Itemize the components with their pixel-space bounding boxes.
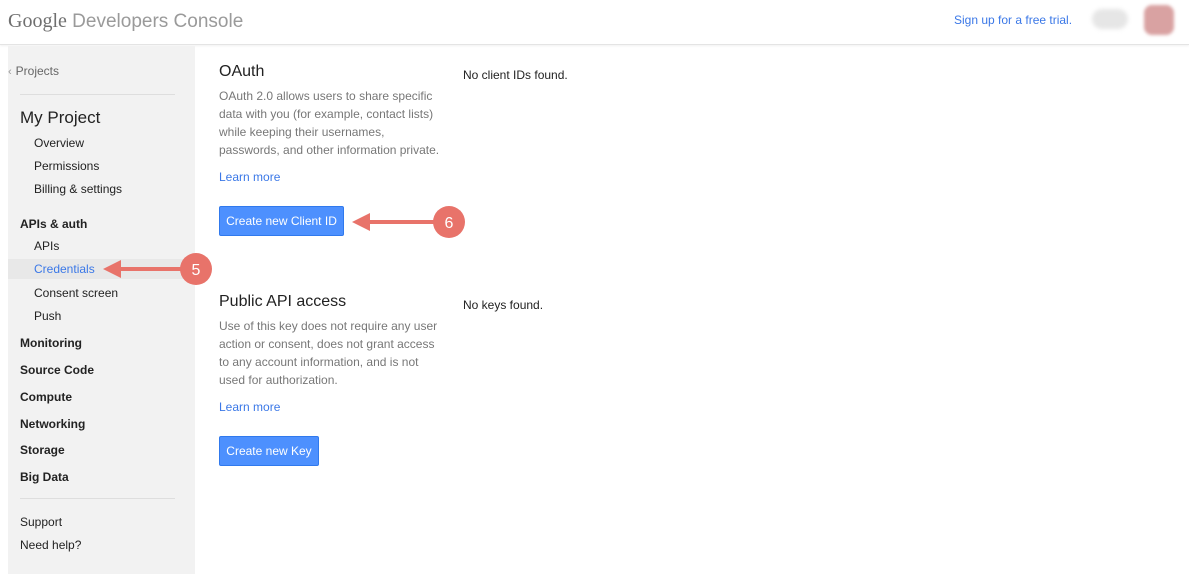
sidebar-section-networking[interactable]: Networking xyxy=(20,417,85,431)
sidebar-section-compute[interactable]: Compute xyxy=(20,390,72,404)
sidebar-item-need-help[interactable]: Need help? xyxy=(20,538,81,552)
oauth-learn-more-link[interactable]: Learn more xyxy=(219,170,280,184)
sidebar-item-push[interactable]: Push xyxy=(34,309,61,323)
sidebar-item-billing-settings[interactable]: Billing & settings xyxy=(34,182,122,196)
public-api-learn-more-link[interactable]: Learn more xyxy=(219,400,280,414)
sidebar-divider xyxy=(20,498,175,499)
sidebar-nav: ‹ Projects My Project Overview Permission… xyxy=(8,46,195,574)
sidebar-item-overview[interactable]: Overview xyxy=(34,136,84,150)
sidebar-item-permissions[interactable]: Permissions xyxy=(34,159,99,173)
console-logo[interactable]: Google Developers Console xyxy=(8,9,243,34)
projects-back-link[interactable]: ‹ Projects xyxy=(8,64,59,78)
brand-product: Developers Console xyxy=(66,11,244,32)
create-key-button[interactable]: Create new Key xyxy=(219,436,319,466)
public-api-description: Use of this key does not require any use… xyxy=(219,319,438,387)
sidebar-section-monitoring[interactable]: Monitoring xyxy=(20,336,82,350)
account-name-blurred[interactable] xyxy=(1092,9,1128,29)
sidebar-item-consent-screen[interactable]: Consent screen xyxy=(34,286,118,300)
avatar[interactable] xyxy=(1144,5,1174,35)
sidebar-section-source-code[interactable]: Source Code xyxy=(20,363,94,377)
oauth-empty-message: No client IDs found. xyxy=(463,68,568,82)
chevron-left-icon: ‹ xyxy=(8,66,12,78)
sidebar-item-support[interactable]: Support xyxy=(20,515,62,529)
sidebar-section-big-data[interactable]: Big Data xyxy=(20,470,69,484)
project-title[interactable]: My Project xyxy=(20,108,100,128)
annotation-arrow-6 xyxy=(352,213,436,231)
top-header: Google Developers Console Sign up for a … xyxy=(0,0,1189,45)
sidebar-section-storage[interactable]: Storage xyxy=(20,443,65,457)
brand-google: Google xyxy=(8,10,67,32)
projects-back-label: Projects xyxy=(15,64,60,78)
annotation-badge-6-label: 6 xyxy=(445,215,454,232)
sidebar-divider xyxy=(20,94,175,95)
public-api-title: Public API access xyxy=(219,293,347,310)
oauth-title: OAuth xyxy=(219,63,265,80)
sidebar-item-apis[interactable]: APIs xyxy=(34,239,59,253)
sidebar-section-apis-auth[interactable]: APIs & auth xyxy=(20,217,87,231)
sidebar-item-credentials[interactable]: Credentials xyxy=(34,262,95,276)
signup-trial-link[interactable]: Sign up for a free trial. xyxy=(954,13,1072,27)
create-client-id-button[interactable]: Create new Client ID xyxy=(219,206,344,236)
oauth-description: OAuth 2.0 allows users to share specific… xyxy=(219,89,440,157)
annotation-badge-6: 6 xyxy=(433,206,465,238)
public-api-empty-message: No keys found. xyxy=(463,298,544,312)
